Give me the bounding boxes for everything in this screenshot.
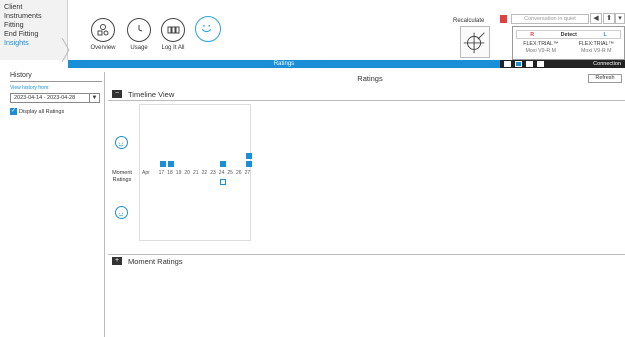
detect-button[interactable]: Detect (561, 32, 577, 38)
history-sidebar: History View history from: 2023-04-14 - … (10, 72, 105, 337)
person-icon[interactable] (504, 61, 511, 67)
x-tick-17: 17 (158, 170, 165, 176)
nav-item-instruments[interactable]: Instruments (0, 11, 67, 20)
display-all-label: Display all Ratings (19, 108, 65, 115)
ratings-tool[interactable] (195, 16, 221, 42)
overview-label: Overview (90, 45, 116, 51)
row-label: Moment Ratings (108, 170, 136, 184)
left-ear-label[interactable]: L (603, 32, 606, 38)
ratings-ribbon: Ratings (68, 60, 500, 68)
page-title: Ratings (357, 74, 383, 83)
x-tick-27: 27 (244, 170, 251, 176)
right-device-name: FLEX:TRIAL™ (523, 41, 559, 47)
rating-marker-27-positive[interactable] (245, 153, 252, 159)
mute-icon[interactable] (500, 15, 507, 23)
refresh-button[interactable]: Refresh (588, 74, 622, 83)
display-all-row[interactable]: ✓ Display all Ratings (10, 108, 105, 115)
row-label-line2: Ratings (112, 177, 132, 183)
nav-item-insights[interactable]: Insights (0, 38, 67, 47)
history-range-value: 2023-04-14 - 2023-04-28 (14, 95, 76, 101)
chevron-down-icon[interactable]: ▼ (89, 94, 99, 102)
overview-icon (91, 18, 115, 42)
row-label-line1: Moment (112, 170, 132, 176)
recalculate-label: Recalculate (453, 18, 485, 24)
user-icon[interactable]: ⬆ (603, 13, 615, 24)
rating-marker-18-positive[interactable] (168, 161, 175, 167)
x-tick-19: 19 (175, 170, 182, 176)
collapse-timeline-button[interactable]: − (112, 90, 122, 98)
nav-chevron-icon (61, 38, 70, 62)
sidebar-divider (104, 72, 105, 337)
main-nav: Client Instruments Fitting End Fitting I… (0, 0, 68, 60)
left-device-model: Moxi V9-R M (580, 47, 612, 54)
device-header: R Detect L (516, 30, 621, 39)
left-device: FLEX:TRIAL™ Moxi V9-R M (579, 41, 614, 54)
clock-icon (127, 18, 151, 42)
nav-item-end-fitting[interactable]: End Fitting (0, 29, 67, 38)
history-range-select[interactable]: 2023-04-14 - 2023-04-28 ▼ (10, 93, 100, 103)
x-tick-23: 23 (210, 170, 216, 176)
moment-divider (108, 254, 625, 255)
rating-marker-24-negative[interactable] (219, 179, 226, 185)
overview-tool[interactable]: Overview (86, 18, 120, 51)
x-tick-20: 20 (184, 170, 190, 176)
program-field[interactable]: Conversation in quiet (511, 14, 589, 24)
history-title: History (10, 72, 102, 82)
dropdown-icon[interactable]: ▾ (615, 13, 625, 24)
smiley-icon (195, 16, 221, 42)
right-device-model: Moxi V9-R M (525, 47, 557, 54)
x-tick-21: 21 (193, 170, 199, 176)
connection-label[interactable]: Connection (593, 60, 621, 68)
list-icon[interactable] (515, 61, 522, 67)
rating-marker-24-positive[interactable] (219, 161, 226, 167)
rating-marker-27-positive[interactable] (245, 161, 252, 167)
view-history-label: View history from: (10, 85, 50, 91)
display-all-checkbox[interactable]: ✓ (10, 108, 17, 115)
timeline-divider (108, 100, 625, 101)
timeline-title: Timeline View (128, 90, 175, 99)
log-it-all-tool[interactable]: Log It All (158, 18, 188, 51)
right-ear-label[interactable]: R (530, 32, 534, 38)
crosshair-icon (463, 32, 485, 54)
log-it-all-label: Log It All (161, 45, 185, 51)
nav-item-client[interactable]: Client (0, 2, 67, 11)
x-tick-24: 24 (218, 170, 225, 176)
log-icon (161, 18, 185, 42)
rating-marker-17-positive[interactable] (159, 161, 166, 167)
nav-item-fitting[interactable]: Fitting (0, 20, 67, 29)
hearing-icon[interactable] (537, 61, 544, 67)
right-device: FLEX:TRIAL™ Moxi V9-R M (523, 41, 558, 54)
left-device-name: FLEX:TRIAL™ (578, 41, 614, 47)
expand-moment-button[interactable]: + (112, 257, 122, 265)
x-tick-22: 22 (201, 170, 208, 176)
x-tick-25: 25 (227, 170, 233, 176)
moment-ratings-title: Moment Ratings (128, 257, 183, 266)
happy-face-icon (115, 136, 128, 149)
warning-icon[interactable] (526, 61, 533, 67)
volume-icon[interactable]: ◀ (590, 13, 602, 24)
device-panel: R Detect L FLEX:TRIAL™ Moxi V9-R M FLEX:… (512, 26, 625, 60)
recalculate-button[interactable] (460, 26, 490, 58)
usage-label: Usage (130, 45, 148, 51)
sad-face-icon (115, 206, 128, 219)
x-tick-18: 18 (167, 170, 173, 176)
x-tick-26: 26 (236, 170, 242, 176)
device-toolbar: Connection (500, 60, 625, 68)
x-tick-Apr: Apr (142, 170, 150, 176)
usage-tool[interactable]: Usage (124, 18, 154, 51)
